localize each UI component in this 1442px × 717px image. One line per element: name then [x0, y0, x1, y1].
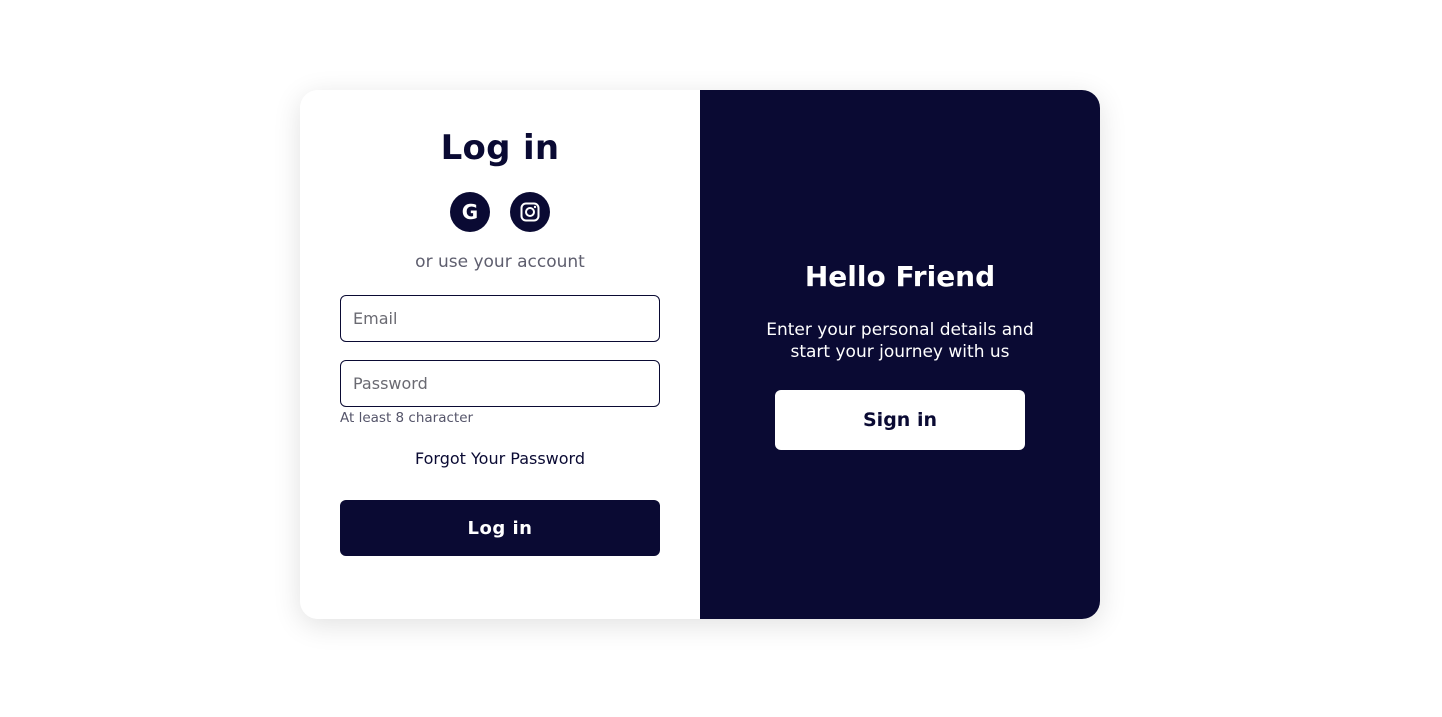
- email-field[interactable]: [340, 295, 660, 342]
- social-login-group: G: [300, 192, 700, 232]
- google-icon: G: [461, 200, 479, 224]
- instagram-icon: [520, 202, 540, 222]
- google-login-button[interactable]: G: [450, 192, 490, 232]
- instagram-login-button[interactable]: [510, 192, 550, 232]
- password-hint: At least 8 character: [340, 410, 474, 426]
- login-button[interactable]: Log in: [340, 500, 660, 556]
- password-field[interactable]: [340, 360, 660, 407]
- login-title: Log in: [440, 128, 560, 168]
- welcome-panel: Hello Friend Enter your personal details…: [700, 90, 1100, 619]
- alt-login-text: or use your account: [415, 252, 585, 272]
- signin-button[interactable]: Sign in: [775, 390, 1025, 450]
- login-panel: Log in G or use your account At least 8 …: [300, 90, 700, 619]
- forgot-password-link[interactable]: Forgot Your Password: [300, 449, 700, 468]
- welcome-title: Hello Friend: [804, 260, 996, 293]
- welcome-description: Enter your personal details and start yo…: [766, 320, 1034, 362]
- auth-card: Log in G or use your account At least 8 …: [300, 90, 1100, 619]
